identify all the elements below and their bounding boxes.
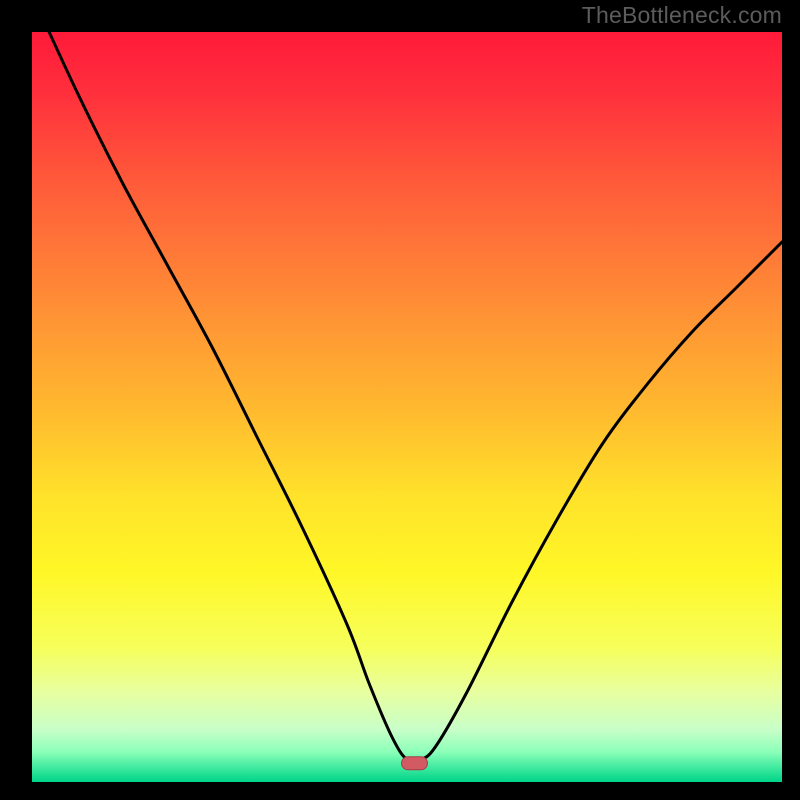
bottleneck-chart <box>0 0 800 800</box>
chart-frame: TheBottleneck.com <box>0 0 800 800</box>
optimal-point-marker <box>402 757 428 770</box>
plot-background <box>32 32 782 782</box>
